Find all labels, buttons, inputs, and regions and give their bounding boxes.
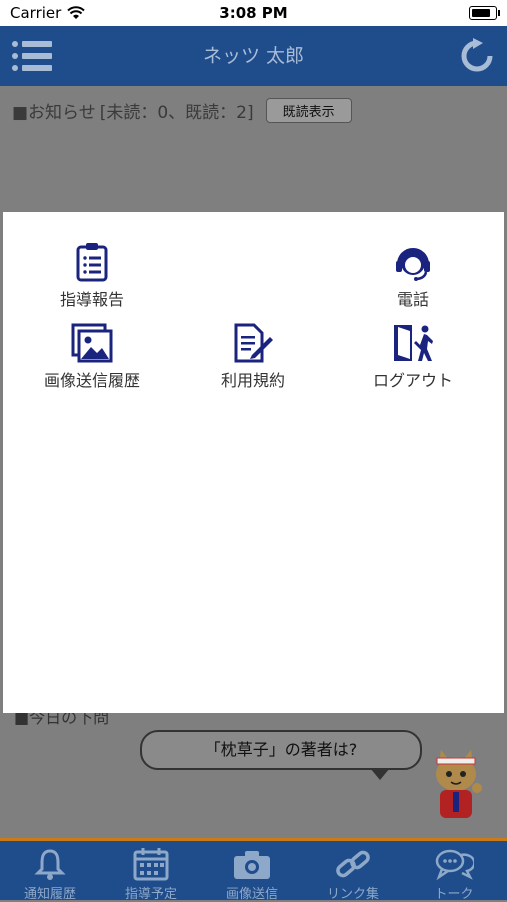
- calendar-icon: [133, 848, 169, 881]
- bell-icon: [34, 849, 66, 880]
- tab-image-send[interactable]: 画像送信: [202, 841, 302, 902]
- refresh-icon[interactable]: [459, 38, 495, 74]
- header-bar: ネッツ 太郎: [0, 26, 507, 86]
- tab-links[interactable]: リンク集: [303, 841, 403, 902]
- read-display-button[interactable]: 既読表示: [265, 98, 352, 123]
- speech-bubble[interactable]: 「枕草子」の著者は?: [140, 730, 422, 780]
- status-left: Carrier: [10, 4, 86, 22]
- menu-item-label: 利用規約: [220, 371, 285, 390]
- tab-talk[interactable]: トーク: [404, 841, 504, 902]
- menu-item-label: ログアウト: [372, 371, 453, 390]
- menu-item-guidance-report[interactable]: 指導報告: [22, 242, 162, 310]
- menu-popup: 指導報告 電話 画像送信履歴 利用規約 ログアウト: [3, 212, 504, 713]
- tab-label: リンク集: [326, 887, 379, 902]
- page-title: ネッツ 太郎: [202, 45, 305, 67]
- wifi-icon: [67, 6, 86, 19]
- image-icon: [71, 323, 113, 363]
- menu-item-terms-of-use[interactable]: 利用規約: [183, 323, 323, 391]
- menu-item-image-history[interactable]: 画像送信履歴: [22, 323, 162, 391]
- tab-label: トーク: [434, 887, 474, 902]
- menu-item-logout[interactable]: ログアウト: [343, 323, 483, 391]
- menu-item-phone[interactable]: 電話: [343, 242, 483, 310]
- tab-label: 通知履歴: [23, 887, 76, 902]
- link-icon: [336, 850, 370, 878]
- notice-bar: ■お知らせ [未読：0、既読：2] 既読表示: [12, 98, 352, 123]
- document-edit-icon: [234, 323, 273, 363]
- clipboard-icon: [76, 243, 108, 282]
- logout-icon: [394, 325, 433, 361]
- camera-icon: [234, 851, 270, 879]
- menu-item-label: 画像送信履歴: [43, 371, 140, 390]
- status-bar: Carrier 3:08 PM: [0, 0, 507, 26]
- menu-item-label: 電話: [396, 290, 429, 309]
- notice-counts: [未読：0、既読：2]: [99, 103, 254, 123]
- tab-notification-history[interactable]: 通知履歴: [0, 841, 100, 902]
- headset-icon: [396, 248, 430, 281]
- tab-bar: 通知履歴 指導予定 画像送信 リンク集 トーク: [0, 838, 507, 902]
- battery-icon: [469, 6, 500, 20]
- tab-label: 画像送信: [225, 887, 278, 902]
- chat-icon: [435, 849, 474, 881]
- menu-item-label: 指導報告: [59, 290, 124, 309]
- notice-title: ■お知らせ: [12, 103, 96, 123]
- mascot-cat-image: [436, 750, 482, 818]
- tab-label: 指導予定: [124, 887, 177, 902]
- carrier-label: Carrier: [10, 4, 62, 22]
- tab-guidance-schedule[interactable]: 指導予定: [101, 841, 201, 902]
